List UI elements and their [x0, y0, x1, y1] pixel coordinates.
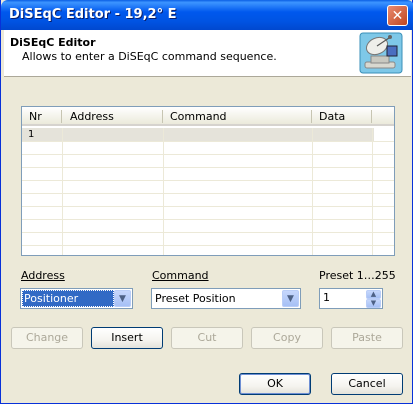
grid-line	[22, 193, 394, 194]
header-panel: DiSEqC Editor Allows to enter a DiSEqC c…	[4, 30, 411, 77]
grid-line	[312, 128, 313, 255]
column-header-address[interactable]: Address	[70, 110, 114, 123]
command-list[interactable]: Nr Address Command Data 1	[21, 106, 395, 256]
chevron-down-icon: ▼	[119, 294, 126, 304]
command-dropdown-button[interactable]: ▼	[282, 290, 299, 307]
title-bar[interactable]: DiSEqC Editor - 19,2° E ✕	[1, 0, 413, 30]
grid-line	[22, 232, 394, 233]
column-header-command[interactable]: Command	[170, 110, 227, 123]
command-value: Preset Position	[155, 292, 236, 305]
cut-button[interactable]: Cut	[171, 327, 243, 349]
preset-value: 1	[323, 291, 330, 304]
close-icon: ✕	[391, 8, 404, 24]
change-button[interactable]: Change	[11, 327, 83, 349]
column-divider	[162, 110, 163, 123]
copy-button[interactable]: Copy	[251, 327, 323, 349]
grid-line	[22, 180, 394, 181]
command-label: Command	[152, 269, 209, 282]
address-dropdown-button[interactable]: ▼	[114, 290, 131, 307]
close-button[interactable]: ✕	[387, 5, 408, 26]
column-divider	[371, 110, 372, 123]
ok-button[interactable]: OK	[239, 373, 311, 395]
address-combo[interactable]: Positioner ▼	[20, 288, 133, 309]
grid-line	[22, 206, 394, 207]
paste-button[interactable]: Paste	[331, 327, 403, 349]
column-header-data[interactable]: Data	[319, 110, 345, 123]
grid-line	[163, 128, 164, 255]
grid-line	[22, 154, 394, 155]
grid-line	[372, 128, 373, 255]
chevron-down-icon: ▼	[370, 299, 377, 307]
command-combo[interactable]: Preset Position ▼	[151, 288, 301, 309]
grid-line	[22, 167, 394, 168]
cancel-button[interactable]: Cancel	[331, 373, 403, 395]
column-header-nr[interactable]: Nr	[29, 110, 42, 123]
window-title: DiSEqC Editor - 19,2° E	[9, 7, 177, 22]
table-row[interactable]	[22, 128, 374, 141]
grid-line	[22, 219, 394, 220]
spin-down-button[interactable]: ▼	[366, 299, 381, 308]
grid-line	[62, 128, 63, 255]
grid-line	[22, 245, 394, 246]
address-value: Positioner	[22, 290, 114, 307]
diseqc-editor-window: DiSEqC Editor - 19,2° E ✕ DiSEqC Editor …	[0, 0, 413, 404]
header-subtitle: Allows to enter a DiSEqC command sequenc…	[22, 50, 277, 63]
preset-label: Preset 1…255	[319, 269, 396, 282]
satellite-dish-icon	[359, 32, 403, 74]
column-divider	[61, 110, 62, 123]
header-title: DiSEqC Editor	[10, 36, 96, 49]
insert-button[interactable]: Insert	[91, 327, 163, 349]
row-nr-cell: 1	[28, 129, 35, 140]
grid-line	[22, 141, 394, 142]
chevron-down-icon: ▼	[287, 294, 294, 304]
column-divider	[311, 110, 312, 123]
address-label: Address	[21, 269, 65, 282]
list-header: Nr Address Command Data	[22, 107, 394, 126]
preset-spinner[interactable]: 1 ▲ ▼	[319, 288, 383, 309]
